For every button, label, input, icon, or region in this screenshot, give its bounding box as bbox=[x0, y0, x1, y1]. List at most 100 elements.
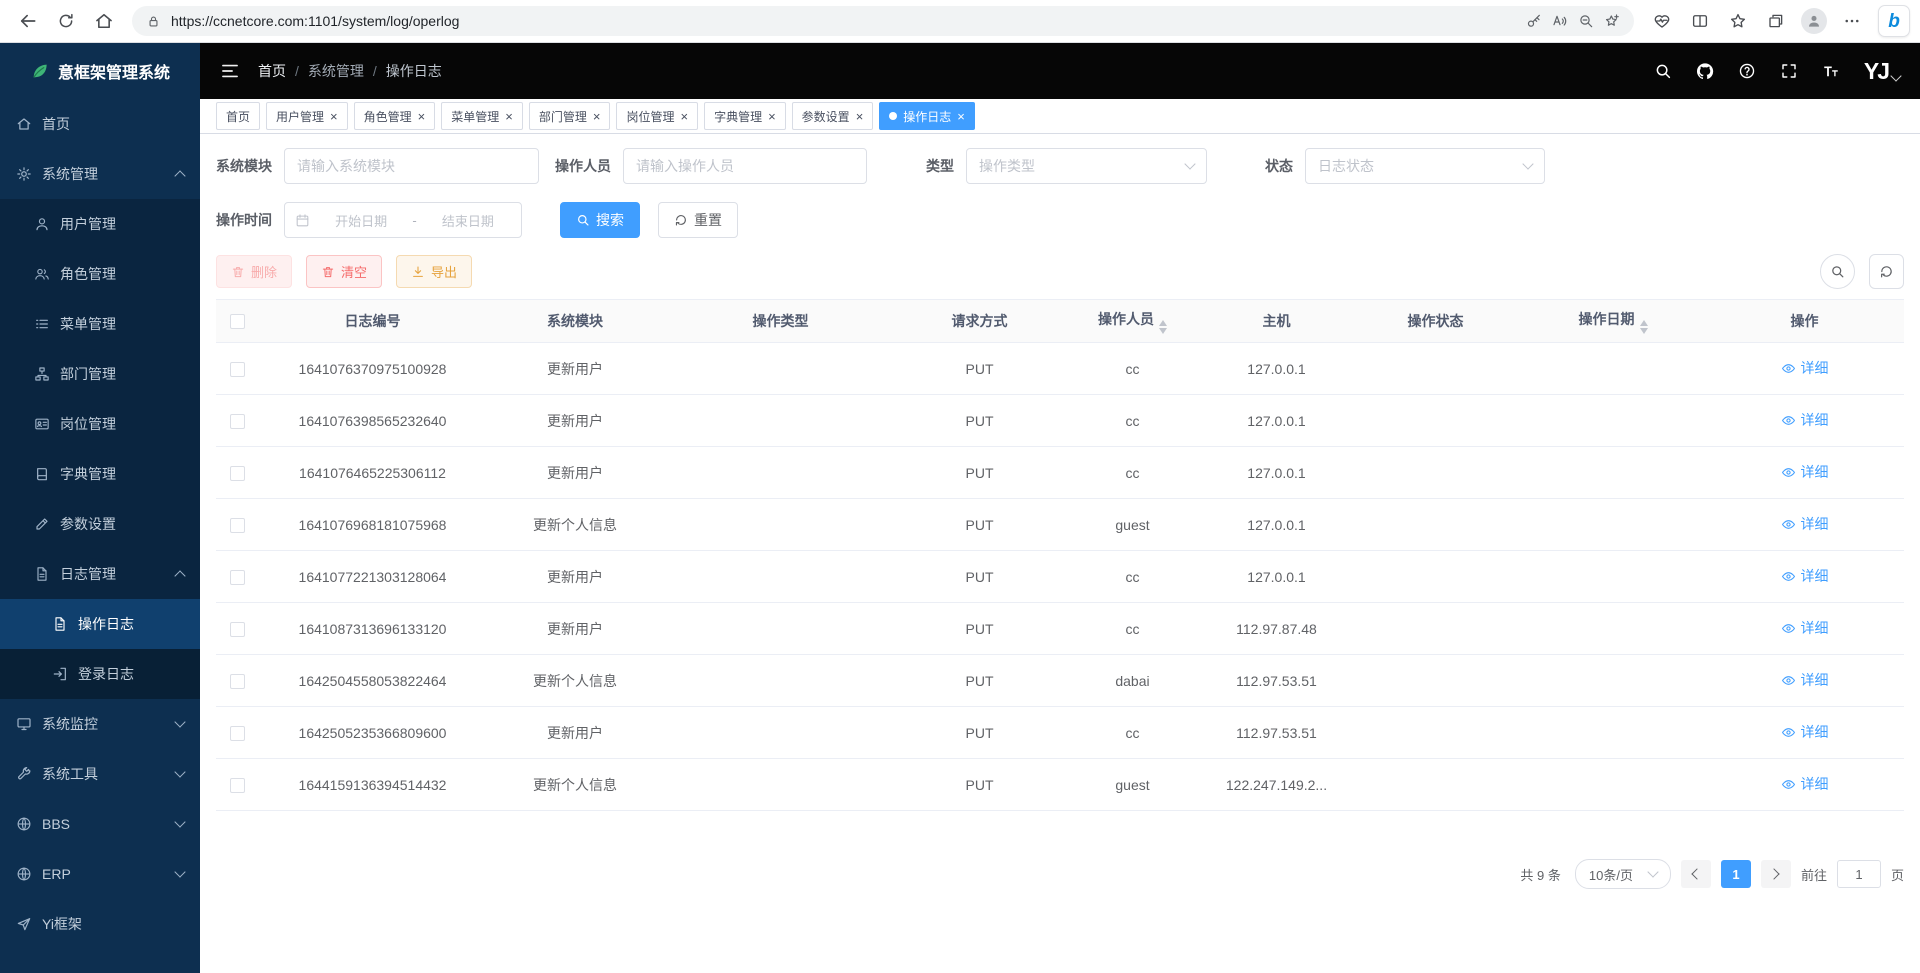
password-key-icon[interactable] bbox=[1526, 13, 1542, 29]
page-1-button[interactable]: 1 bbox=[1721, 860, 1751, 888]
tab-oper-log[interactable]: 操作日志× bbox=[879, 102, 975, 130]
breadcrumb-home[interactable]: 首页 bbox=[258, 61, 286, 81]
browser-menu-button[interactable] bbox=[1834, 4, 1870, 38]
sidebar-item-log-mgmt[interactable]: 日志管理 bbox=[0, 549, 200, 599]
row-checkbox[interactable] bbox=[230, 362, 245, 377]
refresh-table-button[interactable] bbox=[1869, 254, 1904, 289]
browser-back-button[interactable] bbox=[10, 4, 46, 38]
operator-label: 操作人员 bbox=[555, 156, 611, 176]
sidebar-item-menu-mgmt[interactable]: 菜单管理 bbox=[0, 299, 200, 349]
tab-dept-mgmt[interactable]: 部门管理× bbox=[529, 102, 611, 130]
prev-page-button[interactable] bbox=[1681, 860, 1711, 888]
type-select[interactable]: 操作类型 bbox=[966, 148, 1207, 184]
toggle-search-button[interactable] bbox=[1820, 254, 1855, 289]
browser-home-button[interactable] bbox=[86, 4, 122, 38]
export-button[interactable]: 导出 bbox=[396, 255, 472, 288]
row-checkbox[interactable] bbox=[230, 622, 245, 637]
detail-link[interactable]: 详细 bbox=[1781, 566, 1829, 586]
sidebar-item-yi-framework[interactable]: Yi框架 bbox=[0, 899, 200, 949]
date-range-picker[interactable]: 开始日期 - 结束日期 bbox=[284, 202, 522, 238]
browser-essentials-button[interactable] bbox=[1644, 4, 1680, 38]
row-checkbox[interactable] bbox=[230, 778, 245, 793]
detail-link[interactable]: 详细 bbox=[1781, 618, 1829, 638]
tab-post-mgmt[interactable]: 岗位管理× bbox=[616, 102, 698, 130]
sort-carets-icon[interactable] bbox=[1640, 320, 1648, 334]
operator-input[interactable] bbox=[623, 148, 867, 184]
sidebar-item-param-settings[interactable]: 参数设置 bbox=[0, 499, 200, 549]
detail-link[interactable]: 详细 bbox=[1781, 410, 1829, 430]
sidebar-item-system-tools[interactable]: 系统工具 bbox=[0, 749, 200, 799]
help-button[interactable] bbox=[1738, 62, 1756, 80]
sidebar-toggle-button[interactable] bbox=[220, 61, 240, 81]
detail-link[interactable]: 详细 bbox=[1781, 358, 1829, 378]
font-size-button[interactable] bbox=[1822, 62, 1840, 80]
search-button[interactable]: 搜索 bbox=[560, 202, 640, 238]
reset-button[interactable]: 重置 bbox=[658, 202, 738, 238]
sidebar-item-user-mgmt[interactable]: 用户管理 bbox=[0, 199, 200, 249]
close-tab-icon[interactable]: × bbox=[593, 110, 601, 123]
bing-chat-button[interactable]: b bbox=[1878, 5, 1910, 37]
header-search-button[interactable] bbox=[1654, 62, 1672, 80]
row-checkbox[interactable] bbox=[230, 570, 245, 585]
row-checkbox[interactable] bbox=[230, 726, 245, 741]
sidebar-item-system-mgmt[interactable]: 系统管理 bbox=[0, 149, 200, 199]
goto-page-input[interactable] bbox=[1837, 860, 1881, 888]
read-aloud-icon[interactable] bbox=[1552, 13, 1568, 29]
tab-menu-mgmt[interactable]: 菜单管理× bbox=[441, 102, 523, 130]
sidebar-item-login-log[interactable]: 登录日志 bbox=[0, 649, 200, 699]
select-all-checkbox[interactable] bbox=[230, 314, 245, 329]
close-tab-icon[interactable]: × bbox=[418, 110, 426, 123]
status-select[interactable]: 日志状态 bbox=[1305, 148, 1545, 184]
close-tab-icon[interactable]: × bbox=[957, 110, 965, 123]
address-bar[interactable]: https://ccnetcore.com:1101/system/log/op… bbox=[132, 6, 1634, 36]
browser-refresh-button[interactable] bbox=[48, 4, 84, 38]
close-tab-icon[interactable]: × bbox=[330, 110, 338, 123]
zoom-out-icon[interactable] bbox=[1578, 13, 1594, 29]
row-checkbox[interactable] bbox=[230, 414, 245, 429]
favorites-button[interactable] bbox=[1720, 4, 1756, 38]
sidebar-item-dept-mgmt[interactable]: 部门管理 bbox=[0, 349, 200, 399]
detail-link[interactable]: 详细 bbox=[1781, 514, 1829, 534]
sidebar-item-system-monitor[interactable]: 系统监控 bbox=[0, 699, 200, 749]
close-tab-icon[interactable]: × bbox=[680, 110, 688, 123]
fullscreen-button[interactable] bbox=[1780, 62, 1798, 80]
tab-param-settings[interactable]: 参数设置× bbox=[792, 102, 874, 130]
github-button[interactable] bbox=[1696, 62, 1714, 80]
close-tab-icon[interactable]: × bbox=[856, 110, 864, 123]
profile-button[interactable] bbox=[1796, 4, 1832, 38]
detail-link[interactable]: 详细 bbox=[1781, 774, 1829, 794]
page-size-select[interactable]: 10条/页 bbox=[1575, 859, 1671, 889]
url-text[interactable]: https://ccnetcore.com:1101/system/log/op… bbox=[171, 13, 1516, 29]
next-page-button[interactable] bbox=[1761, 860, 1791, 888]
sidebar-item-erp[interactable]: ERP bbox=[0, 849, 200, 899]
close-tab-icon[interactable]: × bbox=[505, 110, 513, 123]
user-menu[interactable]: YJ bbox=[1864, 60, 1900, 83]
header-date-sortable[interactable]: 操作日期 bbox=[1521, 300, 1705, 343]
detail-link[interactable]: 详细 bbox=[1781, 722, 1829, 742]
sidebar-item-role-mgmt[interactable]: 角色管理 bbox=[0, 249, 200, 299]
breadcrumb-system-mgmt[interactable]: 系统管理 bbox=[308, 61, 364, 81]
clear-button[interactable]: 清空 bbox=[306, 255, 382, 288]
detail-link[interactable]: 详细 bbox=[1781, 462, 1829, 482]
tab-role-mgmt[interactable]: 角色管理× bbox=[354, 102, 436, 130]
detail-link[interactable]: 详细 bbox=[1781, 670, 1829, 690]
sidebar-item-post-mgmt[interactable]: 岗位管理 bbox=[0, 399, 200, 449]
row-checkbox[interactable] bbox=[230, 518, 245, 533]
sidebar-item-bbs[interactable]: BBS bbox=[0, 799, 200, 849]
split-screen-button[interactable] bbox=[1682, 4, 1718, 38]
sort-carets-icon[interactable] bbox=[1159, 320, 1167, 334]
tab-user-mgmt[interactable]: 用户管理× bbox=[266, 102, 348, 130]
sidebar-item-home[interactable]: 首页 bbox=[0, 99, 200, 149]
header-operator-sortable[interactable]: 操作人员 bbox=[1062, 300, 1203, 343]
close-tab-icon[interactable]: × bbox=[768, 110, 776, 123]
delete-button[interactable]: 删除 bbox=[216, 255, 292, 288]
add-favorite-icon[interactable] bbox=[1604, 13, 1620, 29]
sidebar-item-dict-mgmt[interactable]: 字典管理 bbox=[0, 449, 200, 499]
collections-button[interactable] bbox=[1758, 4, 1794, 38]
row-checkbox[interactable] bbox=[230, 466, 245, 481]
module-input[interactable] bbox=[284, 148, 539, 184]
tab-home[interactable]: 首页 bbox=[216, 102, 260, 130]
tab-dict-mgmt[interactable]: 字典管理× bbox=[704, 102, 786, 130]
sidebar-item-oper-log[interactable]: 操作日志 bbox=[0, 599, 200, 649]
row-checkbox[interactable] bbox=[230, 674, 245, 689]
